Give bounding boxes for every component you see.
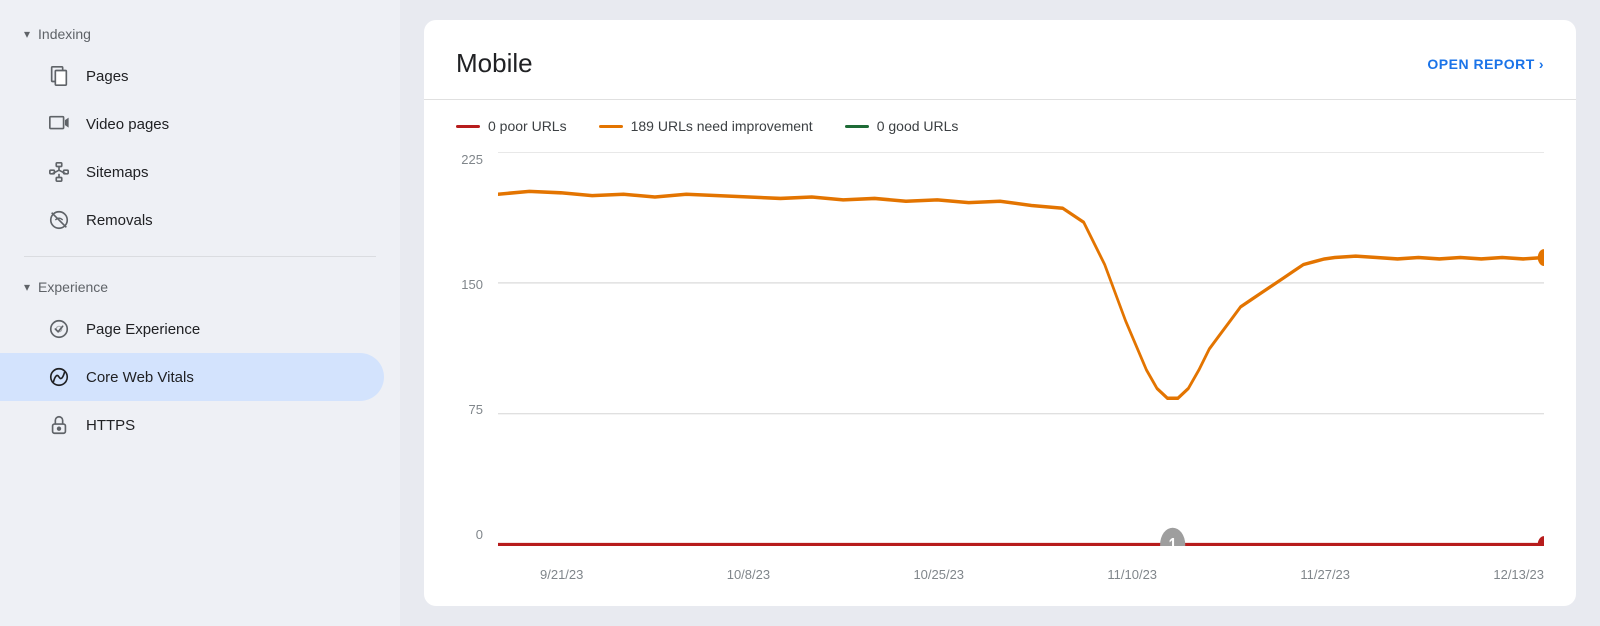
x-label-5: 11/27/23 <box>1300 567 1350 582</box>
y-label-0: 0 <box>476 527 483 542</box>
main-content: Mobile OPEN REPORT › 0 poor URLs 189 URL… <box>400 0 1600 626</box>
experience-label: Experience <box>38 279 108 295</box>
sidebar-item-core-web-vitals-label: Core Web Vitals <box>86 369 194 386</box>
sidebar-item-pages-label: Pages <box>86 68 129 85</box>
chevron-right-icon: › <box>1539 56 1544 72</box>
core-web-vitals-icon <box>48 366 70 388</box>
y-axis-labels: 225 150 75 0 <box>456 152 491 542</box>
sitemaps-icon <box>48 161 70 183</box>
sidebar-item-removals[interactable]: Removals <box>0 196 384 244</box>
sidebar-item-core-web-vitals[interactable]: Core Web Vitals <box>0 353 384 401</box>
sidebar-item-video-pages-label: Video pages <box>86 116 169 133</box>
legend-good-label: 0 good URLs <box>877 118 959 134</box>
line-chart: 1 <box>498 152 1544 546</box>
y-label-225: 225 <box>461 152 483 167</box>
y-label-150: 150 <box>461 277 483 292</box>
x-axis-labels: 9/21/23 10/8/23 10/25/23 11/10/23 11/27/… <box>498 567 1544 582</box>
sidebar-item-sitemaps-label: Sitemaps <box>86 164 149 181</box>
chevron-down-icon: ▾ <box>24 27 30 41</box>
chart-container: 225 150 75 0 <box>456 152 1544 582</box>
x-label-1: 9/21/23 <box>540 567 583 582</box>
mobile-card: Mobile OPEN REPORT › 0 poor URLs 189 URL… <box>424 20 1576 606</box>
sidebar-item-sitemaps[interactable]: Sitemaps <box>0 148 384 196</box>
sidebar-divider <box>24 256 376 257</box>
y-label-75: 75 <box>469 402 483 417</box>
legend-good-line <box>845 125 869 128</box>
sidebar-item-page-experience-label: Page Experience <box>86 321 200 338</box>
x-label-3: 10/25/23 <box>913 567 964 582</box>
indexing-section-header[interactable]: ▾ Indexing <box>0 16 400 52</box>
sidebar-item-https-label: HTTPS <box>86 417 135 434</box>
x-label-6: 12/13/23 <box>1493 567 1544 582</box>
legend-needs-improvement: 189 URLs need improvement <box>599 118 813 134</box>
card-header: Mobile OPEN REPORT › <box>456 48 1544 79</box>
experience-section-header[interactable]: ▾ Experience <box>0 269 400 305</box>
legend-good: 0 good URLs <box>845 118 959 134</box>
removals-icon <box>48 209 70 231</box>
legend-poor-label: 0 poor URLs <box>488 118 567 134</box>
page-experience-icon <box>48 318 70 340</box>
https-icon <box>48 414 70 436</box>
pages-icon <box>48 65 70 87</box>
x-label-2: 10/8/23 <box>727 567 770 582</box>
sidebar-item-video-pages[interactable]: Video pages <box>0 100 384 148</box>
card-divider <box>424 99 1576 100</box>
indexing-label: Indexing <box>38 26 91 42</box>
sidebar-item-pages[interactable]: Pages <box>0 52 384 100</box>
x-label-4: 11/10/23 <box>1107 567 1157 582</box>
chart-legend: 0 poor URLs 189 URLs need improvement 0 … <box>456 118 1544 134</box>
sidebar-item-removals-label: Removals <box>86 212 153 229</box>
open-report-link[interactable]: OPEN REPORT › <box>1427 56 1544 72</box>
legend-poor: 0 poor URLs <box>456 118 567 134</box>
legend-poor-line <box>456 125 480 128</box>
sidebar-item-https[interactable]: HTTPS <box>0 401 384 449</box>
legend-needs-improvement-label: 189 URLs need improvement <box>631 118 813 134</box>
chart-area: 225 150 75 0 <box>456 152 1544 582</box>
sidebar: ▾ Indexing Pages Video pages <box>0 0 400 626</box>
legend-needs-improvement-line <box>599 125 623 128</box>
svg-text:1: 1 <box>1169 533 1177 546</box>
sidebar-item-page-experience[interactable]: Page Experience <box>0 305 384 353</box>
video-icon <box>48 113 70 135</box>
card-title: Mobile <box>456 48 533 79</box>
chevron-down-icon-2: ▾ <box>24 280 30 294</box>
